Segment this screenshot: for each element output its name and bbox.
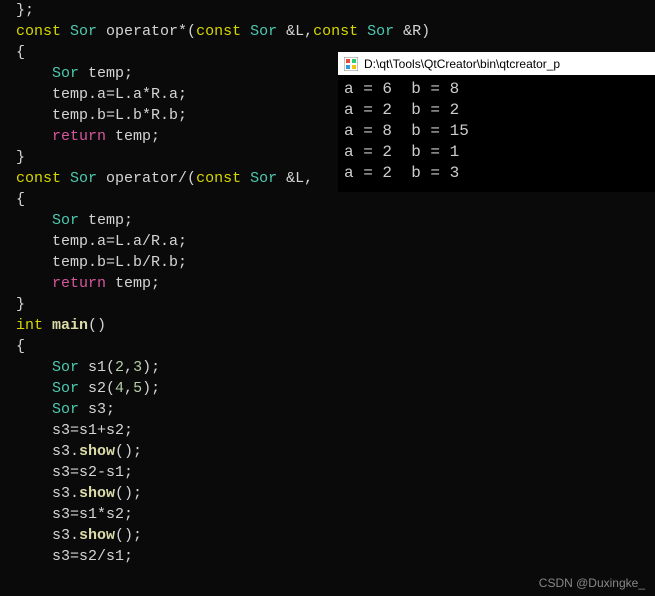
output-line: a = 2 b = 1: [344, 142, 649, 163]
code-line: s3.show();: [16, 525, 655, 546]
code-line: temp.a=L.a/R.a;: [16, 231, 655, 252]
code-line: s3=s2/s1;: [16, 546, 655, 567]
code-line: {: [16, 189, 655, 210]
window-title-bar[interactable]: D:\qt\Tools\QtCreator\bin\qtcreator_p: [338, 53, 655, 75]
code-line: s3=s1+s2;: [16, 420, 655, 441]
code-line: const Sor operator*(const Sor &L,const S…: [16, 21, 655, 42]
console-output: a = 6 b = 8 a = 2 b = 2 a = 8 b = 15 a =…: [338, 75, 655, 188]
code-line: s3.show();: [16, 483, 655, 504]
output-line: a = 2 b = 2: [344, 100, 649, 121]
console-window[interactable]: D:\qt\Tools\QtCreator\bin\qtcreator_p a …: [338, 52, 655, 192]
code-line: temp.b=L.b/R.b;: [16, 252, 655, 273]
output-line: a = 2 b = 3: [344, 163, 649, 184]
code-line: Sor s3;: [16, 399, 655, 420]
app-icon: [344, 57, 358, 71]
code-line: {: [16, 336, 655, 357]
code-line: s3=s1*s2;: [16, 504, 655, 525]
code-line: }: [16, 294, 655, 315]
window-title: D:\qt\Tools\QtCreator\bin\qtcreator_p: [364, 57, 560, 71]
watermark: CSDN @Duxingke_: [539, 576, 645, 590]
output-line: a = 6 b = 8: [344, 79, 649, 100]
code-line: Sor s1(2,3);: [16, 357, 655, 378]
code-line: s3.show();: [16, 441, 655, 462]
output-line: a = 8 b = 15: [344, 121, 649, 142]
code-line: s3=s2-s1;: [16, 462, 655, 483]
code-line: Sor s2(4,5);: [16, 378, 655, 399]
code-line: Sor temp;: [16, 210, 655, 231]
code-line: return temp;: [16, 273, 655, 294]
code-line: int main(): [16, 315, 655, 336]
code-line: };: [16, 0, 655, 21]
